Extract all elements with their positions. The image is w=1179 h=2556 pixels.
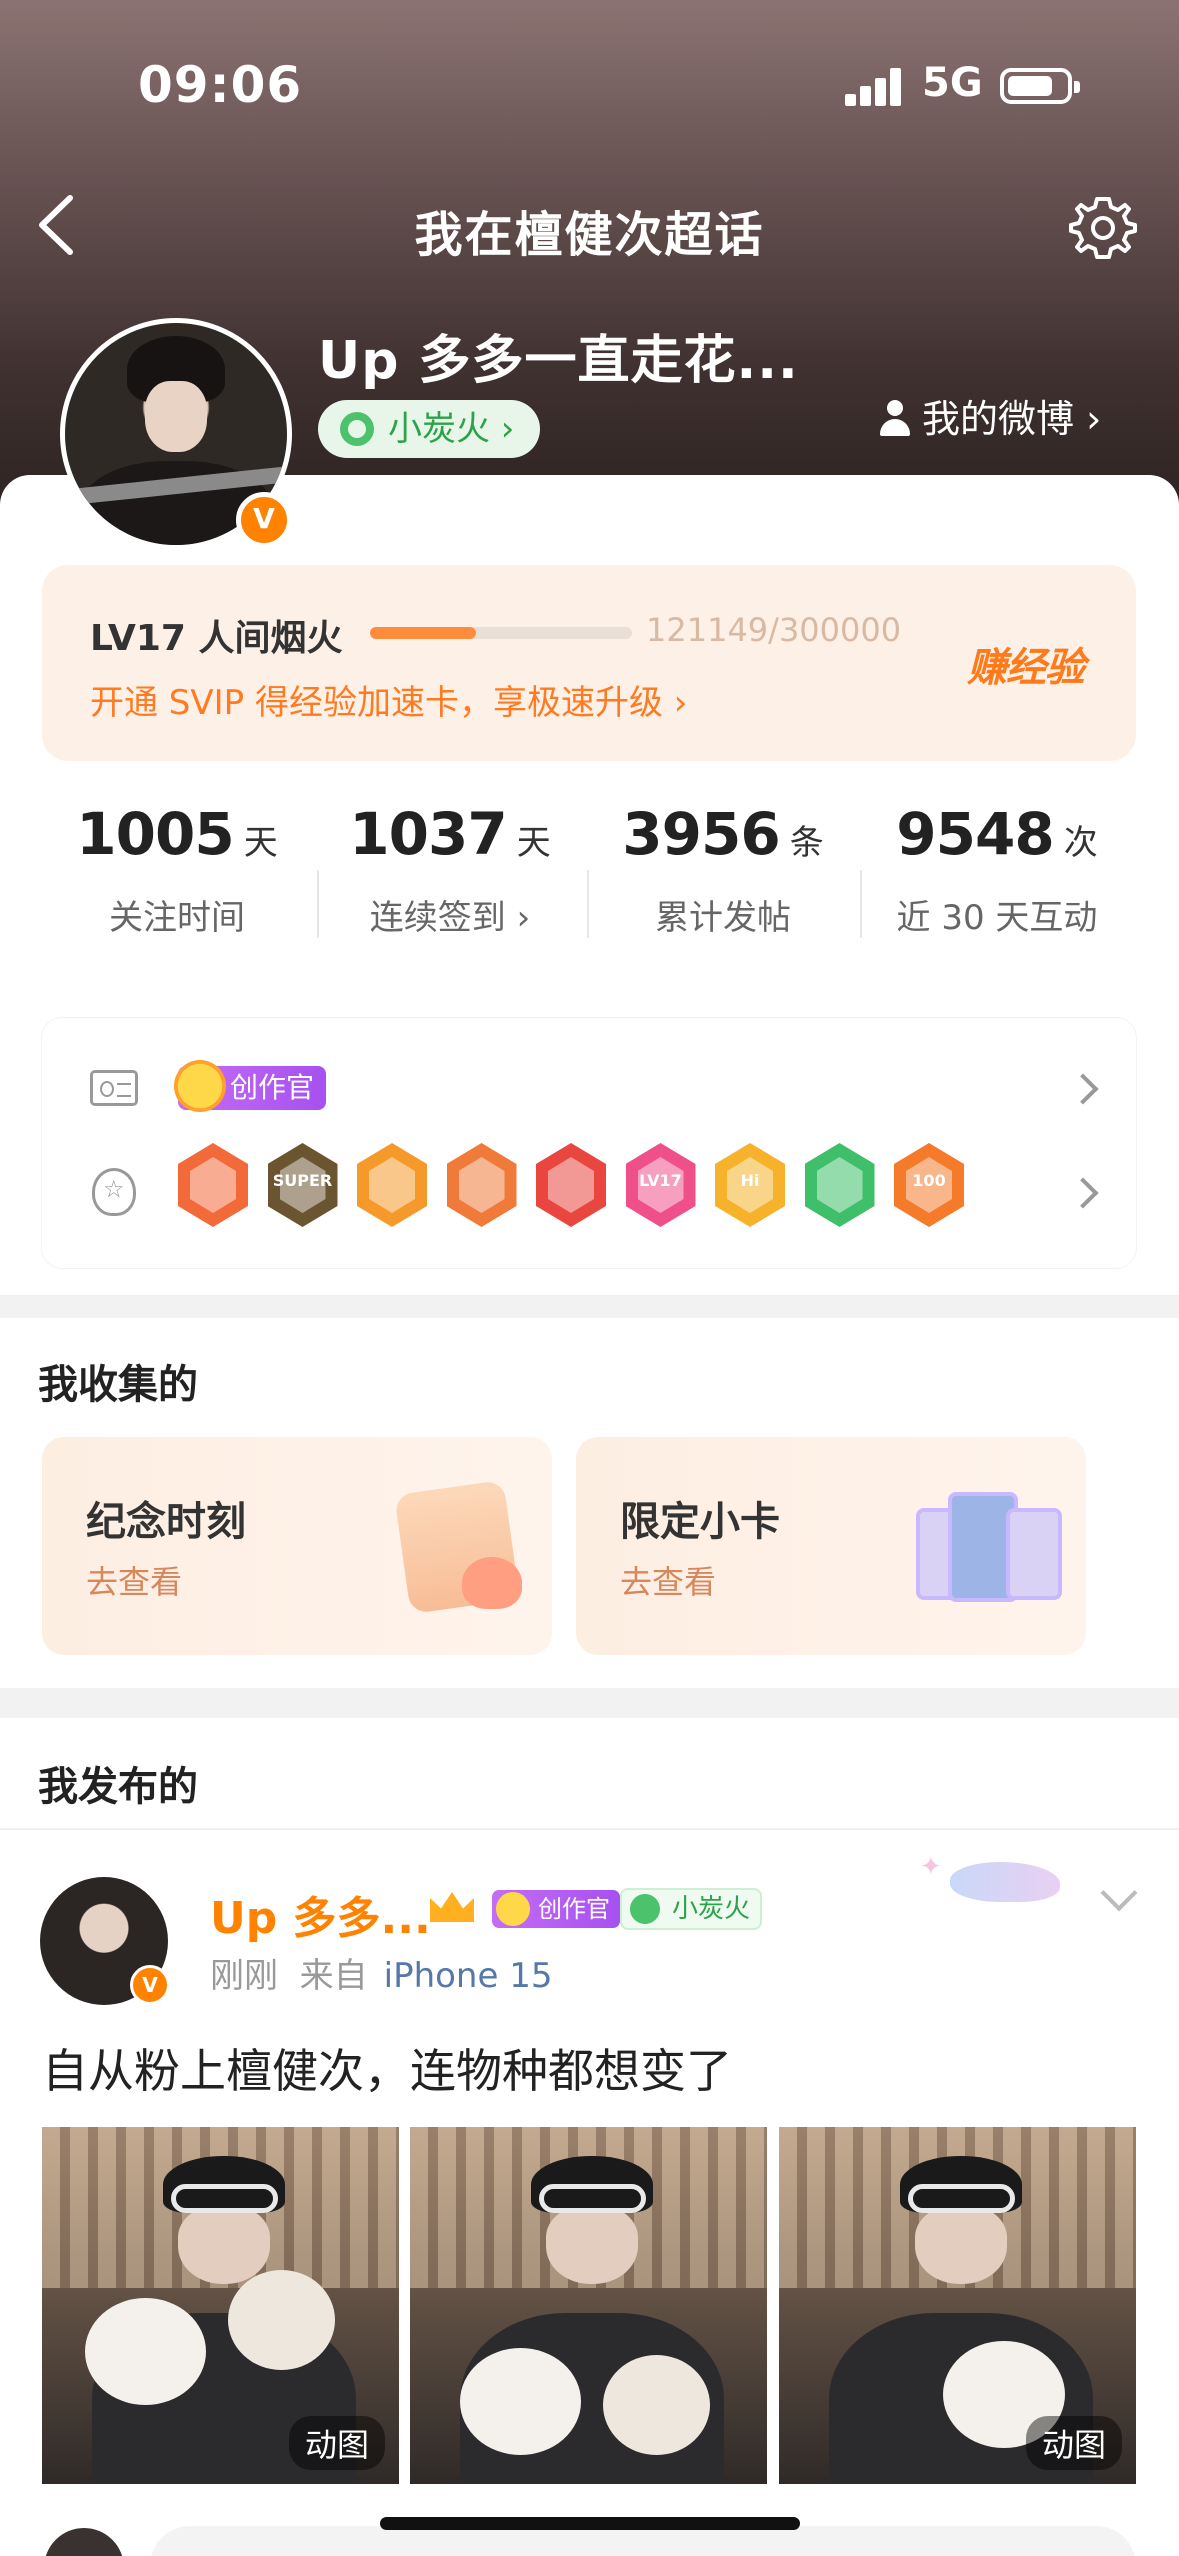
post-image[interactable] [410,2127,767,2484]
100days-medal-icon: 100 [894,1143,964,1227]
whale-decoration-icon [910,1832,1090,1912]
level-progress-card[interactable]: LV17 人间烟火 121149/300000 开通 SVIP 得经验加速卡，享… [42,565,1136,761]
post-author-name[interactable]: Up 多多... [210,1882,431,1946]
status-time: 09:06 [138,56,303,114]
signal-icon [845,66,905,106]
status-bar: 09:06 5G [0,0,1179,170]
leaf-icon [340,412,374,446]
hi-medal-icon: Hi [715,1143,785,1227]
gear-icon [1069,197,1137,259]
home-indicator[interactable] [380,2517,800,2530]
fox-medal-icon [178,1143,248,1227]
my-weibo-link[interactable]: 我的微博 › [878,388,1101,443]
level-progress-bar [370,627,632,639]
photo-cards-icon [916,1492,1062,1612]
network-label: 5G [922,60,983,106]
earn-exp-button[interactable]: 赚经验 [967,635,1085,693]
fan-level-tag[interactable]: 小炭火 › [318,400,541,458]
next-post-preview [150,2526,1136,2556]
collections-title: 我收集的 [38,1362,198,1408]
post-image-grid: 动图 动图 [42,2127,1136,2487]
posts-title: 我发布的 [38,1764,198,1810]
svip-promo-link[interactable]: 开通 SVIP 得经验加速卡，享极速升级 › [90,675,687,724]
heart-icon [462,1557,522,1609]
post-device: iPhone 15 [383,1956,553,1996]
super-medal-icon: SUPER [267,1143,338,1227]
fan-level-label: 小炭火 › [388,409,515,449]
gif-label: 动图 [1025,2416,1122,2470]
crown-medal-icon [357,1143,427,1227]
creator-face-icon [174,1060,226,1112]
collection-moments-card[interactable]: 纪念时刻 去查看 [42,1437,552,1655]
verified-badge-icon: V [236,492,292,548]
badges-card: 创作官 SUPER LV17 Hi 100 [42,1018,1136,1268]
post-text: 自从粉上檀健次，连物种都想变了 [42,2044,732,2098]
stat-posts: 3956 条 累计发帖 [622,800,824,938]
collection-cards-card[interactable]: 限定小卡 去查看 [576,1437,1086,1655]
creator-tag[interactable]: 创作官 [174,1060,327,1112]
crown-icon [426,1886,478,1926]
stat-checkin-days[interactable]: 1037 天 连续签到 › [315,800,585,939]
lv17-medal-icon: LV17 [625,1143,696,1227]
post-meta: 刚刚 来自 iPhone 15 [210,1956,553,1996]
stat-interactions: 9548 次 近 30 天互动 [896,800,1098,938]
settings-button[interactable] [1068,193,1138,263]
hand-medal-icon [804,1143,875,1227]
stats-row: 1005 天 关注时间 1037 天 连续签到 › 3956 条 累计发帖 9548 次… [42,800,1136,990]
my-weibo-label: 我的微博 › [922,397,1102,441]
cat-medal-icon [446,1143,517,1227]
post-image[interactable]: 动图 [779,2127,1136,2484]
post-image[interactable]: 动图 [42,2127,399,2484]
cat2-medal-icon [536,1143,606,1227]
gif-label: 动图 [288,2416,385,2470]
fan-level-tag[interactable]: 小炭火 [620,1888,763,1930]
chevron-right-icon[interactable] [1067,1177,1099,1209]
creator-tag[interactable]: 创作官 [492,1890,620,1928]
person-icon [878,400,912,436]
profile-username: Up 多多一直走花... [318,331,799,391]
battery-icon [1000,68,1080,104]
stat-follow-days: 1005 天 关注时间 [76,800,278,938]
super-topic-profile-page: 09:06 5G 我在檀健次超话 Up 多多一直走花... 小炭火 › 我的微博… [0,0,1179,2556]
level-progress-text: 121149/300000 [646,611,902,649]
page-title: 我在檀健次超话 [414,207,765,263]
medal-icon [92,1168,136,1216]
id-card-icon [90,1070,138,1106]
verified-badge-icon: V [130,1965,170,2005]
level-title: LV17 人间烟火 [90,618,343,659]
chevron-right-icon[interactable] [1067,1073,1099,1105]
